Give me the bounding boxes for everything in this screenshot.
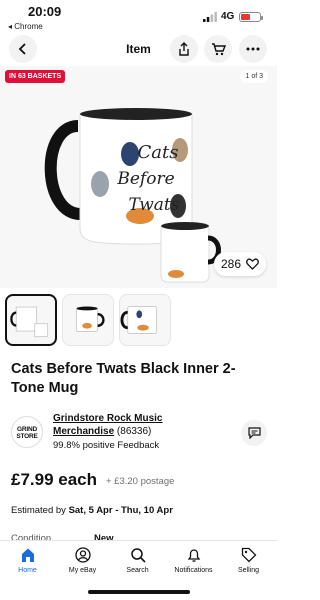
tag-icon xyxy=(241,547,256,563)
person-icon xyxy=(74,547,91,563)
message-icon xyxy=(247,427,261,439)
battery-icon xyxy=(239,12,263,22)
delivery-estimate: Estimated by Sat, 5 Apr - Thu, 10 Apr xyxy=(11,505,173,516)
thumbnail-mug-image xyxy=(120,306,158,334)
thumbnail-1[interactable] xyxy=(5,294,57,346)
network-type: 4G xyxy=(221,11,235,22)
thumbnail-2[interactable] xyxy=(62,294,114,346)
mug-text-line-1: Cats xyxy=(138,142,179,163)
price: £7.99 each xyxy=(11,470,98,489)
tab-label: My eBay xyxy=(68,567,97,574)
seller-name-link[interactable]: Grindstore Rock Music Merchandise (86336… xyxy=(53,412,223,438)
back-to-app-link[interactable]: ◂ Chrome xyxy=(8,22,43,31)
tab-notifications[interactable]: Notifications xyxy=(166,547,221,574)
tab-label: Selling xyxy=(237,567,259,574)
status-time: 20:09 xyxy=(28,4,62,19)
thumbnail-mug-image xyxy=(10,306,49,338)
watch-count: 286 xyxy=(220,257,242,271)
home-icon xyxy=(21,548,34,562)
delivery-estimate-prefix: Estimated by xyxy=(11,505,69,516)
tab-search[interactable]: Search xyxy=(110,547,165,574)
tab-label: Home xyxy=(18,567,37,574)
signal-icon xyxy=(203,12,217,22)
seller-feedback-count: (86336) xyxy=(116,426,152,437)
cart-icon xyxy=(211,43,226,56)
product-title: Cats Before Twats Black Inner 2-Tone Mug xyxy=(11,361,236,396)
watch-button[interactable]: 286 xyxy=(214,252,266,276)
postage-cost: + £3.20 postage xyxy=(106,476,175,487)
message-seller-button[interactable] xyxy=(241,420,267,446)
status-bar: 20:09 ◂ Chrome 4G xyxy=(0,0,277,34)
delivery-dates: Sat, 5 Apr - Thu, 10 Apr xyxy=(68,505,173,516)
tab-my-ebay[interactable]: My eBay xyxy=(55,547,110,574)
thumbnail-mug-image xyxy=(75,306,105,333)
tab-home[interactable]: Home xyxy=(0,547,55,574)
thumbnail-strip xyxy=(5,294,171,346)
tab-selling[interactable]: Selling xyxy=(221,547,276,574)
tab-label: Notifications xyxy=(174,567,213,574)
bell-icon xyxy=(187,549,200,562)
top-nav: Item xyxy=(0,34,277,64)
tab-label: Search xyxy=(126,567,149,574)
mug-text-line-2: Before xyxy=(116,169,174,189)
more-icon xyxy=(246,47,260,51)
cart-button[interactable] xyxy=(204,35,232,63)
page-title: Item xyxy=(126,42,151,56)
mug-text-line-3: Twats xyxy=(129,195,180,215)
heart-icon xyxy=(246,258,259,270)
seller-logo[interactable]: GRIND STORE xyxy=(11,416,43,448)
share-button[interactable] xyxy=(170,35,198,63)
more-options-button[interactable] xyxy=(239,35,267,63)
thumbnail-3[interactable] xyxy=(119,294,171,346)
home-indicator xyxy=(88,590,190,594)
search-icon xyxy=(130,548,146,563)
share-icon xyxy=(179,42,189,56)
seller-feedback-percent: 99.8% positive Feedback xyxy=(53,440,160,451)
seller-info: GRIND STORE Grindstore Rock Music Mercha… xyxy=(11,412,267,452)
